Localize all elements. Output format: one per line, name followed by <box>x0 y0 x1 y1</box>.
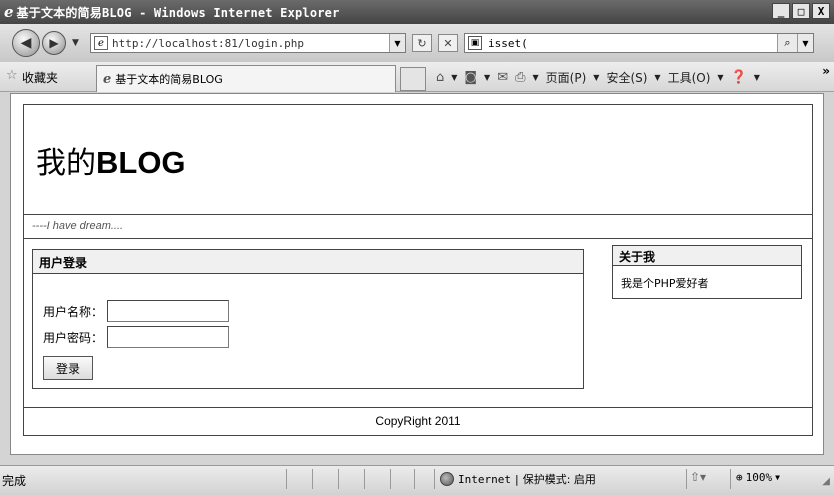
blog-tagline: ----I have dream.... <box>24 215 812 239</box>
password-label: 用户密码： <box>43 330 104 345</box>
blog-title-bold: BLOG <box>96 145 186 180</box>
status-divider <box>686 469 687 489</box>
help-icon[interactable]: ❓ <box>731 70 747 85</box>
search-box[interactable]: ▣ isset( ⌕ ▼ <box>464 33 814 53</box>
status-text: 完成 <box>2 474 27 488</box>
search-dropdown-icon[interactable]: ▼ <box>797 34 813 52</box>
minimize-button[interactable]: _ <box>772 3 790 19</box>
zone-separator: | <box>514 472 519 486</box>
mail-icon[interactable]: ✉ <box>497 70 508 85</box>
window-controls: _ □ X <box>772 3 830 19</box>
page-icon: e <box>94 36 108 50</box>
blog-header: 我的BLOG <box>24 105 812 215</box>
more-tools-chevron-icon[interactable]: » <box>822 64 830 78</box>
tools-menu-dropdown-icon[interactable]: ▼ <box>717 73 723 82</box>
window-title: 基于文本的简易BLOG - Windows Internet Explorer <box>16 5 340 20</box>
address-dropdown-icon[interactable]: ▼ <box>389 34 405 52</box>
address-url[interactable]: http://localhost:81/login.php <box>112 37 304 50</box>
zoom-icon: ⊕ <box>736 471 743 484</box>
status-divider <box>364 469 365 489</box>
window-title-bar: e 基于文本的简易BLOG - Windows Internet Explore… <box>0 0 834 24</box>
close-button[interactable]: X <box>812 3 830 19</box>
safety-menu-dropdown-icon[interactable]: ▼ <box>654 73 660 82</box>
blog-container: 我的BLOG ----I have dream.... 用户登录 用户名称： 用… <box>23 104 813 436</box>
password-input[interactable] <box>107 326 229 348</box>
status-divider <box>286 469 287 489</box>
page-menu[interactable]: 页面(P) <box>546 69 587 86</box>
search-input[interactable]: isset( <box>488 37 528 50</box>
maximize-button[interactable]: □ <box>792 3 810 19</box>
page-viewport: 我的BLOG ----I have dream.... 用户登录 用户名称： 用… <box>10 93 824 455</box>
status-divider <box>390 469 391 489</box>
search-icon: ⌕ <box>784 36 791 49</box>
username-label: 用户名称： <box>43 304 104 319</box>
protected-mode-label: 保护模式: 启用 <box>522 473 596 486</box>
tab-ie-icon: e <box>103 71 112 87</box>
status-bar: 完成 Internet | 保护模式: 启用 ⇧▾ ⊕ 100% ▼ ◢ <box>0 465 834 495</box>
refresh-button[interactable]: ↻ <box>412 34 432 52</box>
feeds-dropdown-icon[interactable]: ▼ <box>484 73 490 82</box>
username-input[interactable] <box>107 300 229 322</box>
username-row: 用户名称： <box>43 300 229 322</box>
back-arrow-icon: ◀ <box>20 35 32 51</box>
tools-menu[interactable]: 工具(O) <box>668 69 711 86</box>
security-zone[interactable]: Internet | 保护模式: 启用 <box>440 471 596 487</box>
recent-pages-dropdown-icon[interactable]: ▼ <box>72 38 79 48</box>
favorites-button[interactable]: 收藏夹 <box>22 69 58 86</box>
forward-button[interactable]: ▶ <box>42 31 66 55</box>
address-bar[interactable]: e http://localhost:81/login.php ▼ <box>90 33 406 53</box>
browser-tab[interactable]: e 基于文本的简易BLOG <box>96 65 396 92</box>
zoom-dropdown-icon: ▼ <box>775 473 780 482</box>
status-divider <box>730 469 731 489</box>
internet-globe-icon <box>440 472 454 486</box>
stop-button[interactable]: ✕ <box>438 34 458 52</box>
search-provider-icon: ▣ <box>468 36 482 50</box>
stop-icon: ✕ <box>443 36 453 50</box>
login-panel: 用户登录 用户名称： 用户密码： 登录 <box>32 249 584 389</box>
forward-arrow-icon: ▶ <box>49 36 59 50</box>
refresh-icon: ↻ <box>417 36 427 50</box>
status-divider <box>434 469 435 489</box>
blog-title: 我的BLOG <box>36 138 186 182</box>
home-icon[interactable]: ⌂ <box>436 70 444 85</box>
login-heading: 用户登录 <box>33 250 583 274</box>
help-dropdown-icon[interactable]: ▼ <box>754 73 760 82</box>
trust-icon[interactable]: ⇧▾ <box>690 470 706 484</box>
favorites-star-icon[interactable]: ☆ <box>6 68 18 83</box>
print-icon[interactable]: ⎙ <box>515 70 525 85</box>
safety-menu[interactable]: 安全(S) <box>606 69 647 86</box>
password-row: 用户密码： <box>43 326 229 348</box>
new-tab-button[interactable] <box>400 67 426 91</box>
print-dropdown-icon[interactable]: ▼ <box>533 73 539 82</box>
zone-label: Internet <box>458 472 511 486</box>
about-heading: 关于我 <box>613 246 801 266</box>
blog-title-prefix: 我的 <box>36 146 96 181</box>
blog-footer: CopyRight 2011 <box>24 407 812 435</box>
ie-logo-icon: e <box>4 3 14 21</box>
zoom-control[interactable]: ⊕ 100% ▼ <box>736 471 780 484</box>
page-menu-dropdown-icon[interactable]: ▼ <box>593 73 599 82</box>
status-divider <box>312 469 313 489</box>
tab-title: 基于文本的简易BLOG <box>115 73 223 86</box>
feeds-icon[interactable]: ◙ <box>464 70 477 85</box>
about-text: 我是个PHP爱好者 <box>621 277 709 290</box>
address-toolbar: ◀ ▶ ▼ e http://localhost:81/login.php ▼ … <box>0 24 834 62</box>
home-dropdown-icon[interactable]: ▼ <box>451 73 457 82</box>
resize-grip-icon[interactable]: ◢ <box>822 476 830 487</box>
status-divider <box>338 469 339 489</box>
command-bar: ⌂ ▼ ◙ ▼ ✉ ⎙ ▼ 页面(P) ▼ 安全(S) ▼ 工具(O) ▼ ❓ ▼ <box>436 69 760 86</box>
login-button[interactable]: 登录 <box>43 356 93 380</box>
about-panel: 关于我 我是个PHP爱好者 <box>612 245 802 299</box>
favorites-bar: ☆ 收藏夹 e 基于文本的简易BLOG ⌂ ▼ ◙ ▼ ✉ ⎙ ▼ 页面(P) ▼ 安全… <box>0 62 834 92</box>
status-divider <box>414 469 415 489</box>
search-button[interactable]: ⌕ <box>777 34 797 52</box>
back-button[interactable]: ◀ <box>12 29 40 57</box>
zoom-level: 100% <box>745 471 773 484</box>
